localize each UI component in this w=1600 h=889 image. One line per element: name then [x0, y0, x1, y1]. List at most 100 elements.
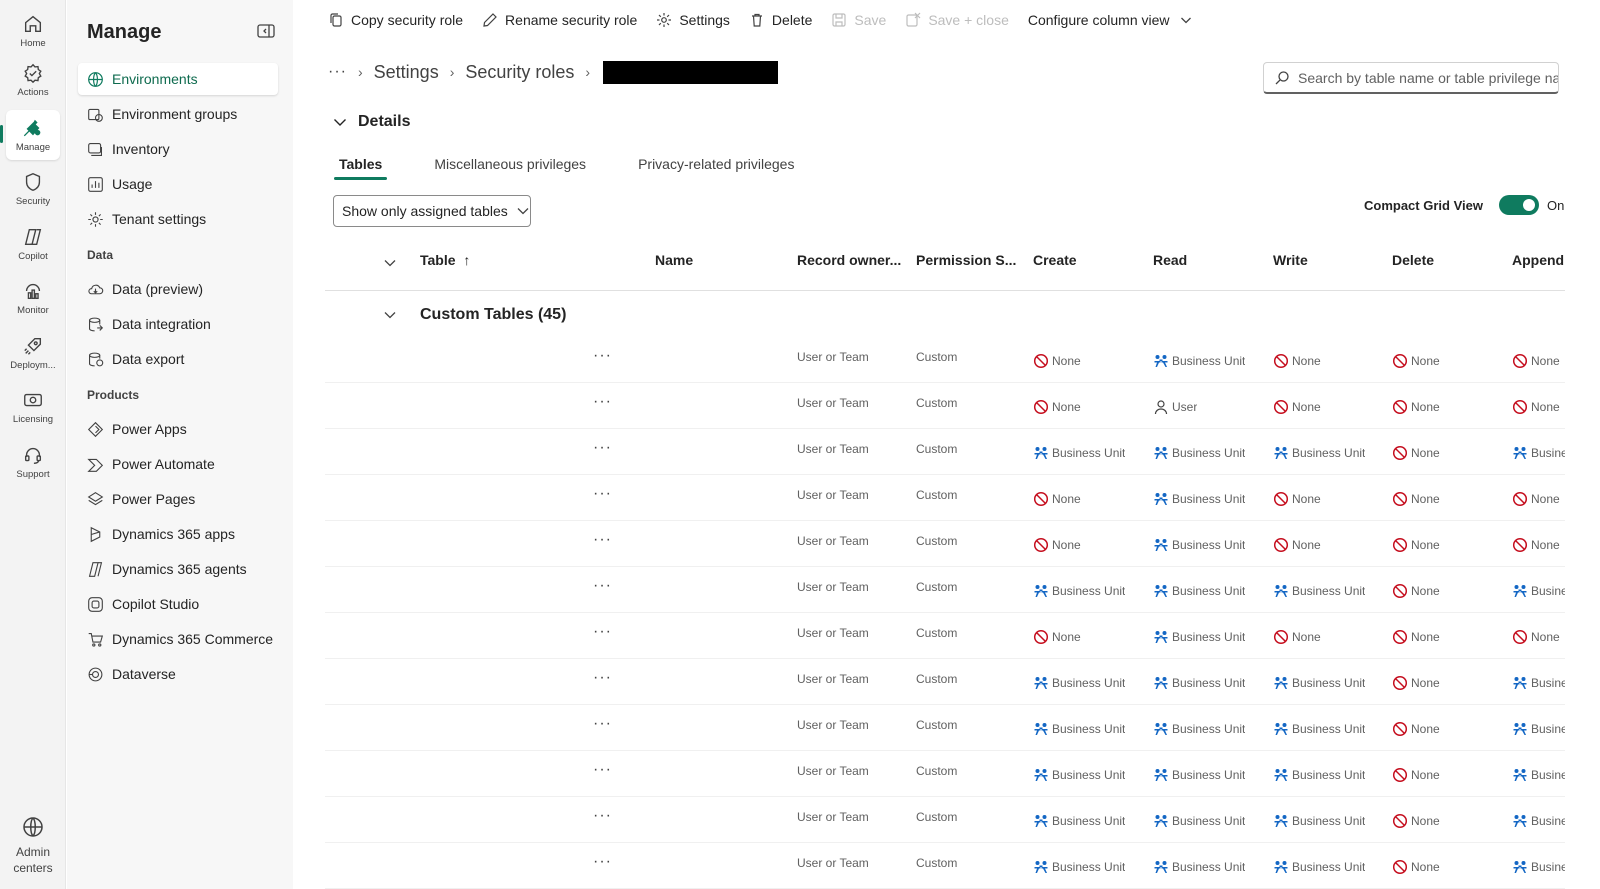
write-privilege-cell[interactable]: Business Unit	[1273, 445, 1365, 461]
table-row[interactable]: ··· User or Team Custom Business Unit Busine…	[325, 705, 1565, 751]
table-row[interactable]: ··· User or Team Custom None Business Unit No…	[325, 613, 1565, 659]
row-more-actions-button[interactable]: ···	[593, 623, 612, 641]
save-button[interactable]: Save	[831, 12, 886, 28]
nav-item-tenant-settings[interactable]: Tenant settings	[78, 203, 278, 235]
settings-button[interactable]: Settings	[656, 12, 730, 28]
save-close-button[interactable]: Save + close	[905, 12, 1009, 28]
group-header-custom-tables[interactable]: Custom Tables (45)	[325, 291, 1565, 337]
read-privilege-cell[interactable]: Business Unit	[1153, 537, 1245, 553]
row-more-actions-button[interactable]: ···	[593, 761, 612, 779]
write-privilege-cell[interactable]: Business Unit	[1273, 767, 1365, 783]
create-privilege-cell[interactable]: Business Unit	[1033, 721, 1125, 737]
table-row[interactable]: ··· User or Team Custom Business Unit Busine…	[325, 659, 1565, 705]
nav-item-power-apps[interactable]: Power Apps	[78, 413, 278, 445]
nav-item-data-integration[interactable]: Data integration	[78, 308, 278, 340]
row-more-actions-button[interactable]: ···	[593, 393, 612, 411]
column-header-write[interactable]: Write	[1273, 252, 1308, 268]
write-privilege-cell[interactable]: Business Unit	[1273, 675, 1365, 691]
read-privilege-cell[interactable]: Business Unit	[1153, 583, 1245, 599]
delete-privilege-cell[interactable]: None	[1392, 629, 1440, 645]
append-privilege-cell[interactable]: Busines	[1512, 445, 1565, 461]
create-privilege-cell[interactable]: None	[1033, 491, 1081, 507]
row-more-actions-button[interactable]: ···	[593, 485, 612, 503]
column-header-name[interactable]: Name	[655, 252, 693, 268]
column-header-append[interactable]: Append	[1512, 252, 1564, 268]
append-privilege-cell[interactable]: Busines	[1512, 859, 1565, 875]
table-row[interactable]: ··· User or Team Custom None Business Unit No…	[325, 521, 1565, 567]
delete-privilege-cell[interactable]: None	[1392, 537, 1440, 553]
nav-item-inventory[interactable]: Inventory	[78, 133, 278, 165]
table-filter-dropdown[interactable]: Show only assigned tables	[333, 195, 531, 227]
create-privilege-cell[interactable]: None	[1033, 353, 1081, 369]
row-more-actions-button[interactable]: ···	[593, 807, 612, 825]
write-privilege-cell[interactable]: Business Unit	[1273, 583, 1365, 599]
nav-item-dynamics-365-agents[interactable]: Dynamics 365 agents	[78, 553, 278, 585]
rail-item-manage[interactable]: Manage	[6, 110, 60, 160]
delete-privilege-cell[interactable]: None	[1392, 859, 1440, 875]
delete-privilege-cell[interactable]: None	[1392, 675, 1440, 691]
column-header-record-owner[interactable]: Record owner...	[797, 252, 901, 268]
nav-item-dataverse[interactable]: Dataverse	[78, 658, 278, 690]
rail-item-home[interactable]: Home	[6, 6, 60, 56]
write-privilege-cell[interactable]: Business Unit	[1273, 721, 1365, 737]
create-privilege-cell[interactable]: Business Unit	[1033, 767, 1125, 783]
delete-privilege-cell[interactable]: None	[1392, 721, 1440, 737]
write-privilege-cell[interactable]: None	[1273, 491, 1321, 507]
append-privilege-cell[interactable]: Busines	[1512, 721, 1565, 737]
column-header-table[interactable]: Table ↑	[420, 252, 470, 268]
write-privilege-cell[interactable]: None	[1273, 629, 1321, 645]
delete-button[interactable]: Delete	[749, 12, 812, 28]
table-row[interactable]: ··· User or Team Custom Business Unit Busine…	[325, 797, 1565, 843]
row-more-actions-button[interactable]: ···	[593, 853, 612, 871]
column-header-permission-set[interactable]: Permission S...	[916, 252, 1016, 268]
write-privilege-cell[interactable]: None	[1273, 353, 1321, 369]
table-row[interactable]: ··· User or Team Custom None Business Unit No…	[325, 475, 1565, 521]
column-header-read[interactable]: Read	[1153, 252, 1187, 268]
row-more-actions-button[interactable]: ···	[593, 715, 612, 733]
read-privilege-cell[interactable]: Business Unit	[1153, 675, 1245, 691]
delete-privilege-cell[interactable]: None	[1392, 767, 1440, 783]
column-header-create[interactable]: Create	[1033, 252, 1077, 268]
nav-item-environments[interactable]: Environments	[78, 63, 278, 95]
compact-grid-toggle[interactable]	[1498, 195, 1539, 215]
create-privilege-cell[interactable]: Business Unit	[1033, 445, 1125, 461]
row-more-actions-button[interactable]: ···	[593, 577, 612, 595]
row-more-actions-button[interactable]: ···	[593, 347, 612, 365]
nav-item-data-preview[interactable]: Data (preview)	[78, 273, 278, 305]
table-row[interactable]: ··· User or Team Custom Business Unit Busine…	[325, 429, 1565, 475]
configure-column-view-button[interactable]: Configure column view	[1028, 12, 1194, 28]
rail-item-support[interactable]: Support	[6, 437, 60, 487]
details-toggle[interactable]: Details	[332, 113, 410, 131]
delete-privilege-cell[interactable]: None	[1392, 445, 1440, 461]
breadcrumb-overflow-button[interactable]: ···	[328, 63, 347, 81]
table-row[interactable]: ··· User or Team Custom None Business Unit No…	[325, 337, 1565, 383]
rail-item-licensing[interactable]: Licensing	[6, 382, 60, 432]
copy-security-role-button[interactable]: Copy security role	[328, 12, 463, 28]
row-more-actions-button[interactable]: ···	[593, 531, 612, 549]
nav-item-dynamics-365-apps[interactable]: Dynamics 365 apps	[78, 518, 278, 550]
read-privilege-cell[interactable]: Business Unit	[1153, 859, 1245, 875]
table-row[interactable]: ··· User or Team Custom None User None None Non…	[325, 383, 1565, 429]
nav-item-copilot-studio[interactable]: Copilot Studio	[78, 588, 278, 620]
collapse-all-chevron-icon[interactable]	[383, 256, 397, 270]
create-privilege-cell[interactable]: None	[1033, 537, 1081, 553]
append-privilege-cell[interactable]: Busines	[1512, 813, 1565, 829]
collapse-panel-icon[interactable]	[257, 23, 275, 39]
column-header-delete[interactable]: Delete	[1392, 252, 1434, 268]
nav-item-environment-groups[interactable]: Environment groups	[78, 98, 278, 130]
append-privilege-cell[interactable]: Busines	[1512, 583, 1565, 599]
append-privilege-cell[interactable]: Busines	[1512, 767, 1565, 783]
append-privilege-cell[interactable]: None	[1512, 629, 1560, 645]
append-privilege-cell[interactable]: None	[1512, 491, 1560, 507]
create-privilege-cell[interactable]: None	[1033, 399, 1081, 415]
read-privilege-cell[interactable]: Business Unit	[1153, 491, 1245, 507]
append-privilege-cell[interactable]: None	[1512, 353, 1560, 369]
breadcrumb-security-roles[interactable]: Security roles	[465, 62, 574, 83]
breadcrumb-settings[interactable]: Settings	[374, 62, 439, 83]
rail-item-actions[interactable]: Actions	[6, 55, 60, 105]
rail-item-monitor[interactable]: Monitor	[6, 273, 60, 323]
write-privilege-cell[interactable]: Business Unit	[1273, 859, 1365, 875]
nav-item-usage[interactable]: Usage	[78, 168, 278, 200]
append-privilege-cell[interactable]: Busines	[1512, 675, 1565, 691]
write-privilege-cell[interactable]: Business Unit	[1273, 813, 1365, 829]
